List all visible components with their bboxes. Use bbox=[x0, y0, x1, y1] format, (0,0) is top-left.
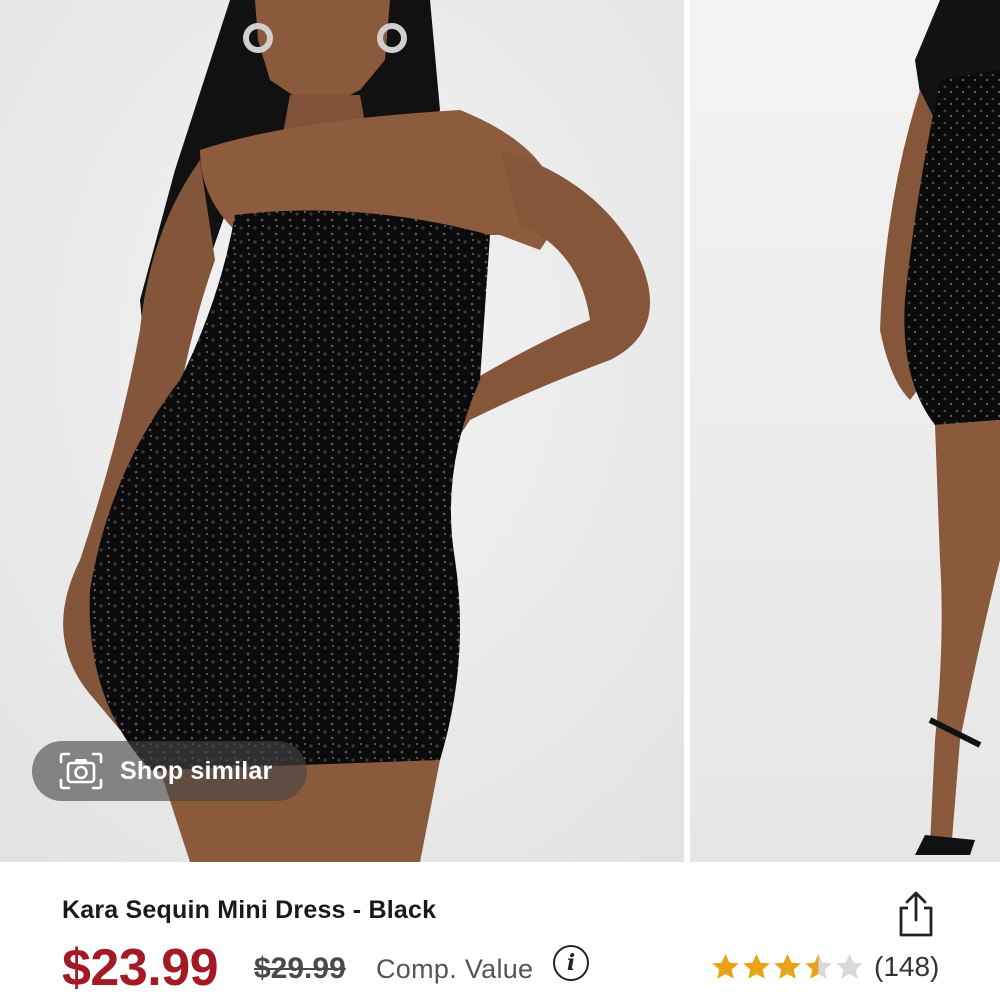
product-image-gallery[interactable]: Shop similar bbox=[0, 0, 1000, 862]
shop-similar-label: Shop similar bbox=[120, 756, 273, 785]
star-icon bbox=[774, 954, 801, 979]
star-icon bbox=[805, 954, 832, 979]
review-count[interactable]: (148) bbox=[874, 951, 939, 983]
star-rating[interactable] bbox=[710, 952, 865, 984]
camera-icon bbox=[59, 752, 103, 790]
original-price: $29.99 bbox=[254, 952, 346, 985]
star-icon bbox=[743, 954, 770, 979]
info-icon[interactable]: i bbox=[553, 945, 589, 981]
comp-value-label: Comp. Value bbox=[376, 954, 534, 984]
shop-similar-button[interactable]: Shop similar bbox=[32, 741, 307, 801]
product-image-secondary[interactable] bbox=[690, 0, 1000, 862]
star-icon bbox=[836, 954, 863, 979]
star-icon bbox=[712, 954, 739, 979]
sale-price: $23.99 bbox=[62, 939, 219, 997]
share-icon[interactable] bbox=[896, 890, 936, 938]
product-title: Kara Sequin Mini Dress - Black bbox=[62, 896, 437, 924]
model-photo-side bbox=[690, 0, 1000, 862]
product-info: Kara Sequin Mini Dress - Black $23.99 $2… bbox=[0, 862, 1000, 1000]
model-photo-front bbox=[0, 0, 684, 862]
product-image-main[interactable]: Shop similar bbox=[0, 0, 684, 862]
